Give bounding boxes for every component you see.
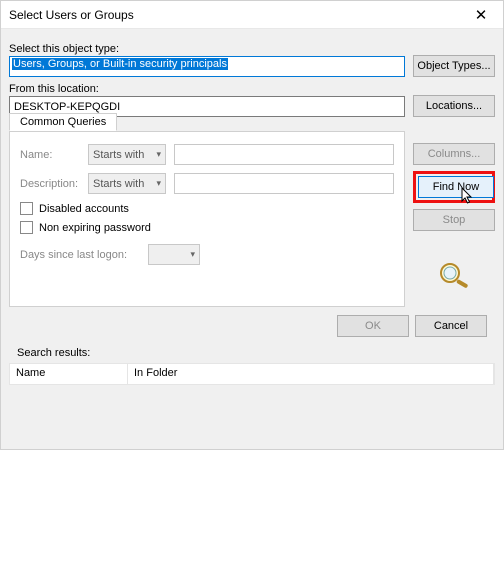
non-expiring-checkbox[interactable]: Non expiring password [20,221,394,234]
dialog-window: Select Users or Groups ✕ Select this obj… [0,0,504,450]
column-name[interactable]: Name [10,364,128,384]
columns-button[interactable]: Columns... [413,143,495,165]
search-graphic [413,261,495,292]
queries-tab-region: Common Queries Name: Starts with ▾ Descr… [9,131,405,307]
description-match-value: Starts with [93,178,144,190]
close-button[interactable]: ✕ [461,2,501,28]
tab-common-queries[interactable]: Common Queries [9,113,117,131]
object-type-label: Select this object type: [9,43,495,55]
checkbox-icon [20,221,33,234]
close-icon: ✕ [475,6,488,24]
days-since-combo[interactable]: ▾ [148,244,200,265]
search-results-label: Search results: [9,345,495,363]
object-type-value: Users, Groups, or Built-in security prin… [12,58,228,70]
queries-panel: Name: Starts with ▾ Description: Starts … [9,131,405,307]
client-area: Select this object type: Users, Groups, … [1,29,503,389]
ok-button[interactable]: OK [337,315,409,337]
name-match-combo[interactable]: Starts with ▾ [88,144,166,165]
checkbox-icon [20,202,33,215]
name-input[interactable] [174,144,394,165]
find-now-button[interactable]: Find Now [418,176,494,198]
magnifier-icon [436,261,472,289]
chevron-down-icon: ▾ [190,249,195,260]
name-match-value: Starts with [93,149,144,161]
stop-button[interactable]: Stop [413,209,495,231]
disabled-accounts-checkbox[interactable]: Disabled accounts [20,202,394,215]
cancel-button[interactable]: Cancel [415,315,487,337]
locations-button[interactable]: Locations... [413,95,495,117]
window-title: Select Users or Groups [9,8,134,22]
dialog-footer: OK Cancel [9,307,495,345]
description-input[interactable] [174,173,394,194]
find-now-highlight: Find Now [413,171,495,203]
column-in-folder[interactable]: In Folder [128,364,494,384]
days-since-label: Days since last logon: [20,249,140,261]
disabled-accounts-label: Disabled accounts [39,203,129,215]
find-now-label: Find Now [433,181,479,193]
non-expiring-label: Non expiring password [39,222,151,234]
side-buttons: Columns... Find Now Stop [413,131,495,307]
object-type-input[interactable]: Users, Groups, or Built-in security prin… [9,56,405,77]
title-bar: Select Users or Groups ✕ [1,1,503,29]
location-label: From this location: [9,83,495,95]
description-label: Description: [20,178,80,190]
object-types-button[interactable]: Object Types... [413,55,495,77]
name-label: Name: [20,149,80,161]
chevron-down-icon: ▾ [156,178,161,189]
chevron-down-icon: ▾ [156,149,161,160]
results-header: Name In Folder [9,363,495,385]
description-match-combo[interactable]: Starts with ▾ [88,173,166,194]
